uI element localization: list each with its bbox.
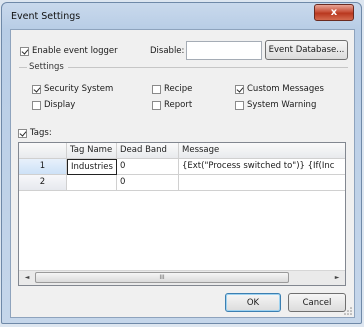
checkbox-box[interactable] [235,84,244,94]
checkbox-box[interactable] [235,100,244,110]
scroll-right-icon[interactable]: ► [330,271,344,284]
scroll-thumb[interactable]: III [35,272,289,283]
custom-messages-checkbox[interactable]: Custom Messages [235,84,324,94]
checkbox-box[interactable] [152,100,161,110]
grip-icon: III [159,274,165,281]
row-header[interactable]: 2 [19,175,67,191]
column-header-message[interactable]: Message [179,143,345,159]
system-warning-checkbox[interactable]: System Warning [235,100,316,110]
scroll-left-icon[interactable]: ◄ [20,271,34,284]
title-bar[interactable]: Event Settings x [2,3,361,29]
horizontal-scrollbar[interactable]: ◄ III ► [19,270,345,285]
group-divider [19,67,27,68]
security-system-checkbox[interactable]: Security System [32,84,113,94]
grid-corner [19,143,67,159]
tag-name-cell[interactable]: Industries [67,159,117,175]
checkbox-box[interactable] [18,128,27,138]
recipe-checkbox[interactable]: Recipe [152,84,192,94]
tags-checkbox[interactable]: Tags: [18,128,52,138]
window-title: Event Settings [11,11,81,22]
close-icon: x [330,7,338,18]
settings-group-label: Settings [29,62,64,72]
tag-name-cell[interactable] [67,175,117,191]
enable-logger-label: Enable event logger [32,46,118,56]
dead-band-cell[interactable]: 0 [117,159,179,175]
enable-logger-checkbox[interactable]: Enable event logger [20,46,118,56]
event-settings-window: Event Settings x Enable event logger Dis… [1,2,362,324]
dialog-body: Enable event logger Disable: Event Datab… [10,29,355,318]
ok-button[interactable]: OK [225,293,281,312]
group-divider [68,67,348,68]
event-database-button[interactable]: Event Database... [265,40,348,60]
column-header-tag-name[interactable]: Tag Name [67,143,117,159]
resize-grip-icon[interactable] [344,307,352,315]
tags-grid[interactable]: Tag Name Dead Band Message 1 Industries … [18,142,346,286]
message-cell[interactable]: {Ext("Process switched to")} {If(Inc [179,159,345,175]
column-header-dead-band[interactable]: Dead Band [117,143,179,159]
row-header[interactable]: 1 [19,159,67,175]
checkbox-box[interactable] [32,84,41,94]
cancel-button[interactable]: Cancel [288,293,346,312]
checkbox-box[interactable] [20,46,29,56]
display-checkbox[interactable]: Display [32,100,75,110]
checkbox-box[interactable] [152,84,161,94]
report-checkbox[interactable]: Report [152,100,192,110]
close-button[interactable]: x [314,4,354,21]
checkbox-box[interactable] [32,100,41,110]
message-cell[interactable] [179,175,345,191]
disable-input[interactable] [186,41,262,60]
disable-label: Disable: [150,46,185,56]
dead-band-cell[interactable]: 0 [117,175,179,191]
